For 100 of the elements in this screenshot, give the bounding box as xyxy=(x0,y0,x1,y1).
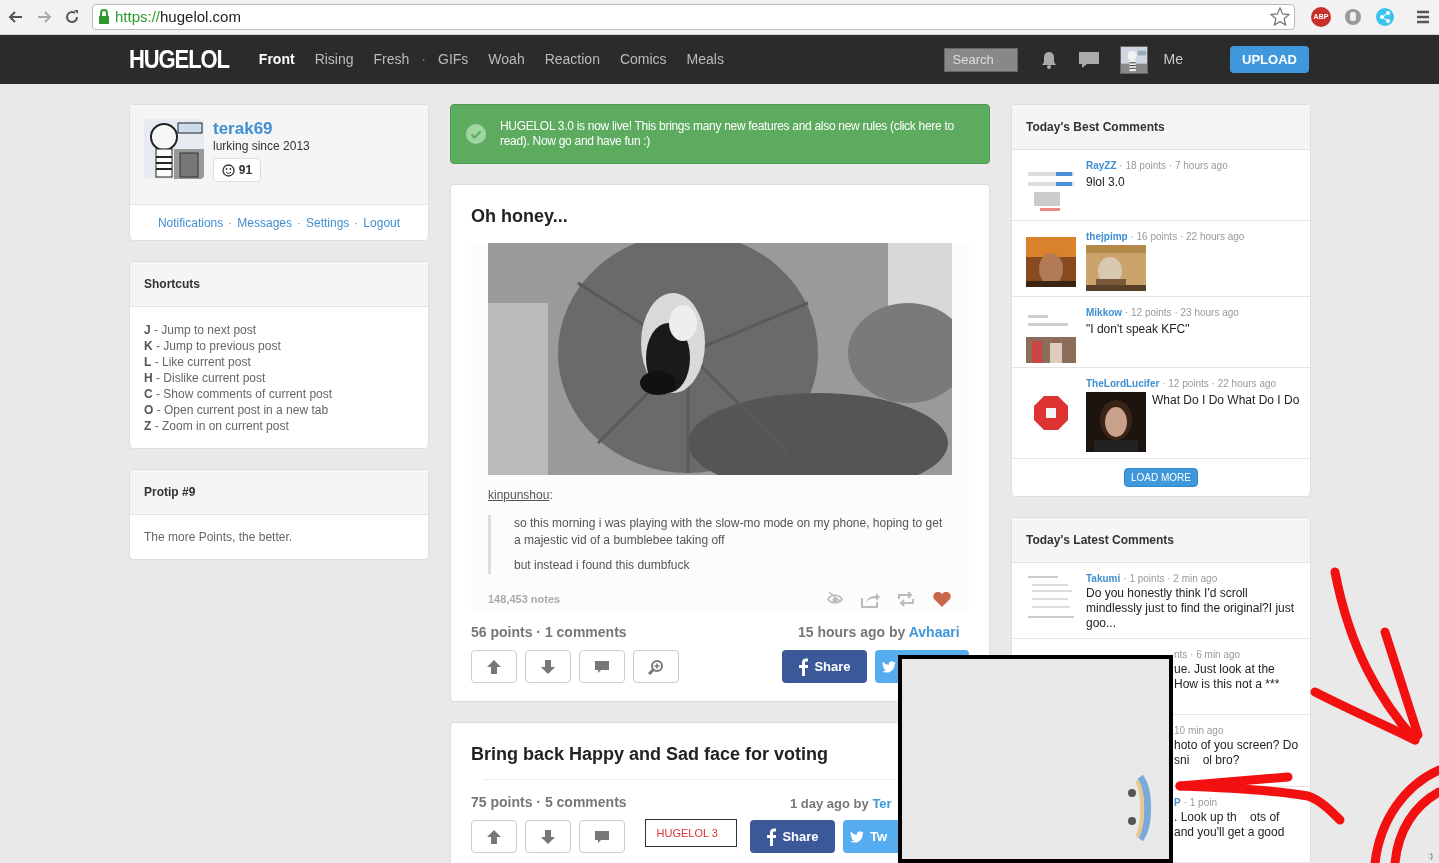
comment-text: Do you honestly think I'd scroll mindlessly just to find the original?I just goo... xyxy=(1086,586,1296,631)
comment-meta: · 12 points · 22 hours ago xyxy=(1161,378,1277,389)
facebook-share-button[interactable]: Share xyxy=(782,650,867,683)
address-bar[interactable]: https://hugelol.com xyxy=(92,4,1295,30)
site-logo[interactable]: HUGELOL xyxy=(129,39,229,80)
shortcut-text: Z - Zoom in on current post xyxy=(144,418,290,434)
protip-text: The more Points, the better. xyxy=(144,529,293,546)
member-since-text: lurking since 2013 xyxy=(213,139,310,153)
comment-meta: · 1 points · 2 min ago xyxy=(1123,573,1218,584)
profile-link[interactable]: Logout xyxy=(363,213,401,232)
downvote-button[interactable] xyxy=(525,650,571,683)
load-more-button[interactable]: LOAD MORE xyxy=(1124,468,1198,487)
quote-text: but instead i found this dumbfuck xyxy=(514,557,691,574)
upload-button[interactable]: UPLOAD xyxy=(1230,46,1309,73)
author-link[interactable]: Ter xyxy=(872,795,892,811)
upvote-button[interactable] xyxy=(471,650,517,683)
back-icon[interactable] xyxy=(8,9,24,25)
user-menu-link[interactable]: Me xyxy=(1163,49,1183,70)
comment-text: ue. Just look at the xyxy=(1174,662,1276,677)
comment-text: . Look up th ots of xyxy=(1174,810,1281,825)
comment-button[interactable] xyxy=(579,650,625,683)
commenter-link[interactable]: RayZZ xyxy=(1086,160,1117,171)
commenter-link[interactable]: Mikkow xyxy=(1086,307,1123,318)
downvote-button[interactable] xyxy=(525,820,571,853)
nav-link[interactable]: Meals xyxy=(686,49,724,70)
comment-text: 9lol 3.0 xyxy=(1086,174,1125,190)
smiley-icon xyxy=(221,163,235,177)
source-attribution: kinpunshou: xyxy=(488,487,554,503)
panel-title: Shortcuts xyxy=(144,276,200,293)
nav-link[interactable]: Comics xyxy=(619,49,667,70)
comment-meta: · 1 poin xyxy=(1183,797,1218,808)
panel-title: Today's Best Comments xyxy=(1026,119,1165,136)
separator-dot: · xyxy=(421,50,426,69)
comment-icon xyxy=(594,658,610,675)
upvote-icon xyxy=(486,828,502,845)
post-time: 15 hours ago by Avhaari xyxy=(798,623,960,642)
corner-text: :) xyxy=(1428,850,1433,862)
menu-icon[interactable] xyxy=(1415,9,1431,25)
nav-link[interactable]: Front xyxy=(258,49,295,70)
shortcut-text: J - Jump to next post xyxy=(144,322,258,338)
author-link[interactable]: Avhaari xyxy=(908,624,960,640)
comment-meta: · 16 points · 22 hours ago xyxy=(1129,231,1245,242)
comment-text: and you'll get a good xyxy=(1174,825,1285,840)
separator-dot: · xyxy=(354,214,359,232)
reload-icon[interactable] xyxy=(64,9,80,25)
shortcut-text: C - Show comments of current post xyxy=(144,386,334,402)
nav-link[interactable]: Woah xyxy=(488,49,525,70)
downvote-icon xyxy=(540,658,556,675)
comment-meta: 10 min ago xyxy=(1174,725,1224,736)
separator-dot: · xyxy=(297,214,301,232)
separator-dot: · xyxy=(228,214,233,232)
zoom-button[interactable] xyxy=(633,650,679,683)
shortcut-text: O - Open current post in a new tab xyxy=(144,402,330,418)
notes-count: 148,453 notes xyxy=(488,591,561,607)
url-text: https://hugelol.com xyxy=(115,6,242,27)
shortcut-text: H - Dislike current post xyxy=(144,370,267,386)
profile-link[interactable]: Notifications xyxy=(157,213,224,232)
search-field[interactable]: Search xyxy=(943,47,1018,72)
post-time: 1 day ago by Ter xyxy=(790,794,892,813)
profile-link[interactable]: Settings xyxy=(306,213,350,232)
bell-icon[interactable] xyxy=(1039,49,1058,70)
comment-meta: · 12 points · 23 hours ago xyxy=(1123,307,1239,318)
facebook-icon xyxy=(766,827,777,846)
facebook-share-button[interactable]: Share xyxy=(750,820,835,853)
heart-icon[interactable] xyxy=(932,590,952,608)
twitter-icon xyxy=(882,660,896,673)
upvote-button[interactable] xyxy=(471,820,517,853)
comment-text: hoto of you screen? Do xyxy=(1174,738,1299,753)
twitter-icon xyxy=(850,830,864,843)
panel-title: Protip #9 xyxy=(144,484,196,501)
check-icon xyxy=(466,124,486,144)
commenter-link[interactable]: Takumi xyxy=(1086,573,1121,584)
nav-link[interactable]: Reaction xyxy=(544,49,600,70)
quote-text: so this morning i was playing with the slow-mo mode on my phone, hoping to get a majestic vid of a bumblebee taking off xyxy=(514,515,944,549)
star-icon[interactable] xyxy=(1270,7,1290,27)
points-count: 91 xyxy=(238,162,253,179)
panel-title: Today's Latest Comments xyxy=(1026,532,1174,549)
post-stats: 56 points · 1 comments xyxy=(471,623,628,642)
upvote-icon xyxy=(486,658,502,675)
profile-link[interactable]: Messages xyxy=(237,213,292,232)
commenter-link[interactable]: TheLordLucifer xyxy=(1086,378,1160,389)
commenter-link[interactable]: P xyxy=(1174,797,1181,808)
notice-banner[interactable]: HUGELOL 3.0 is now live! This brings many new features and also new rules (click here to read). Now go and have fun :) xyxy=(450,104,990,164)
comment-button[interactable] xyxy=(579,820,625,853)
nav-link[interactable]: GIFs xyxy=(438,49,469,70)
commenter-link[interactable]: thejpimp xyxy=(1086,231,1128,242)
comment-text: sni ol bro? xyxy=(1174,753,1241,768)
nav-link[interactable]: Fresh xyxy=(373,49,410,70)
facebook-icon xyxy=(798,657,809,676)
post-title[interactable]: Oh honey... xyxy=(471,205,969,227)
zoom-icon xyxy=(648,658,664,675)
nav-link[interactable]: Rising xyxy=(314,49,354,70)
shortcut-text: L - Like current post xyxy=(144,354,252,370)
chat-icon[interactable] xyxy=(1077,49,1100,70)
comment-meta: · 18 points · 7 hours ago xyxy=(1118,160,1228,171)
shortcut-text: K - Jump to previous post xyxy=(144,338,282,354)
comment-text: What Do I Do What Do I Do xyxy=(1152,392,1300,409)
tag-label: HUGELOL 3 xyxy=(644,818,737,847)
username-link[interactable]: terak69 xyxy=(213,119,310,139)
downvote-icon xyxy=(540,828,556,845)
